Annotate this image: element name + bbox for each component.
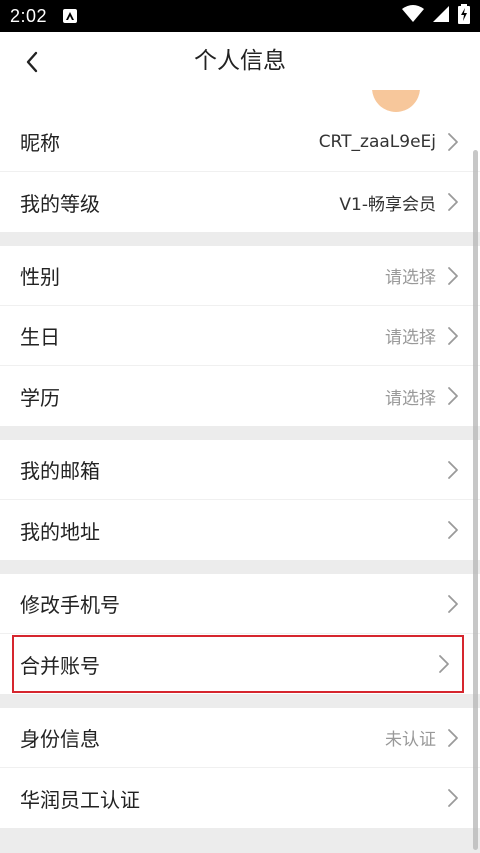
status-time: 2:02 — [10, 5, 48, 26]
chevron-right-icon — [446, 594, 460, 614]
avatar-strip — [0, 90, 480, 112]
row-label: 修改手机号 — [20, 593, 120, 617]
row-nickname[interactable]: 昵称 CRT_zaaL9eEj — [0, 112, 480, 172]
group-divider — [0, 426, 480, 440]
row-label: 昵称 — [20, 131, 60, 155]
row-value: CRT_zaaL9eEj — [318, 131, 436, 152]
profile-list[interactable]: 昵称 CRT_zaaL9eEj 我的等级 V1-畅享会员 性别 请选择 生日 请选择 学历 请选择… — [0, 90, 480, 853]
notification-app-icon — [63, 9, 78, 23]
row-label: 学历 — [20, 385, 60, 410]
header-bar: 个人信息 — [0, 32, 480, 90]
group-divider — [0, 560, 480, 574]
chevron-right-icon — [446, 460, 460, 480]
wifi-icon — [402, 5, 424, 27]
row-label: 我的邮箱 — [20, 459, 100, 483]
settings-groups: 昵称 CRT_zaaL9eEj 我的等级 V1-畅享会员 性别 请选择 生日 请选择 学历 请选择… — [0, 112, 480, 828]
row-label: 我的等级 — [20, 191, 100, 216]
row-value: 请选择 — [385, 268, 436, 288]
row-merge-account[interactable]: 合并账号 — [11, 634, 465, 694]
row-label: 华润员工认证 — [20, 787, 140, 812]
status-bar: 2:02 — [0, 0, 480, 32]
chevron-right-icon — [446, 326, 460, 346]
row-change-phone[interactable]: 修改手机号 — [0, 574, 480, 634]
chevron-right-icon — [446, 520, 460, 540]
settings-group: 我的邮箱 我的地址 — [0, 440, 480, 560]
row-value: 未认证 — [385, 730, 436, 750]
page-title: 个人信息 — [194, 48, 286, 74]
chevron-right-icon — [437, 654, 451, 674]
settings-group: 身份信息 未认证华润员工认证 — [0, 708, 480, 828]
row-member-level[interactable]: 我的等级 V1-畅享会员 — [0, 172, 480, 232]
settings-group: 昵称 CRT_zaaL9eEj 我的等级 V1-畅享会员 — [0, 112, 480, 232]
row-education[interactable]: 学历 请选择 — [0, 366, 480, 426]
row-label: 性别 — [20, 265, 60, 289]
battery-charging-icon — [458, 4, 470, 28]
row-value: 请选择 — [385, 388, 436, 409]
signal-icon — [432, 5, 450, 27]
row-label: 我的地址 — [20, 519, 100, 544]
status-icons — [402, 4, 470, 28]
row-email[interactable]: 我的邮箱 — [0, 440, 480, 500]
chevron-right-icon — [446, 132, 460, 152]
group-divider — [0, 232, 480, 246]
row-birthday[interactable]: 生日 请选择 — [0, 306, 480, 366]
row-value: V1-畅享会员 — [339, 194, 436, 215]
back-arrow-icon — [26, 51, 38, 73]
row-label: 生日 — [20, 325, 60, 349]
row-gender[interactable]: 性别 请选择 — [0, 246, 480, 306]
settings-group: 性别 请选择 生日 请选择 学历 请选择 — [0, 246, 480, 426]
row-address[interactable]: 我的地址 — [0, 500, 480, 560]
row-label: 身份信息 — [20, 727, 100, 751]
row-identity-info[interactable]: 身份信息 未认证 — [0, 708, 480, 768]
scrollbar[interactable] — [473, 150, 478, 850]
row-value: 请选择 — [385, 328, 436, 348]
row-employee-verification[interactable]: 华润员工认证 — [0, 768, 480, 828]
row-label: 合并账号 — [20, 653, 100, 678]
settings-group: 修改手机号 合并账号 — [0, 574, 480, 694]
chevron-right-icon — [446, 192, 460, 212]
avatar[interactable] — [372, 90, 420, 112]
back-button[interactable] — [16, 46, 48, 78]
chevron-right-icon — [446, 266, 460, 286]
chevron-right-icon — [446, 788, 460, 808]
chevron-right-icon — [446, 728, 460, 748]
group-divider — [0, 694, 480, 708]
chevron-right-icon — [446, 386, 460, 406]
